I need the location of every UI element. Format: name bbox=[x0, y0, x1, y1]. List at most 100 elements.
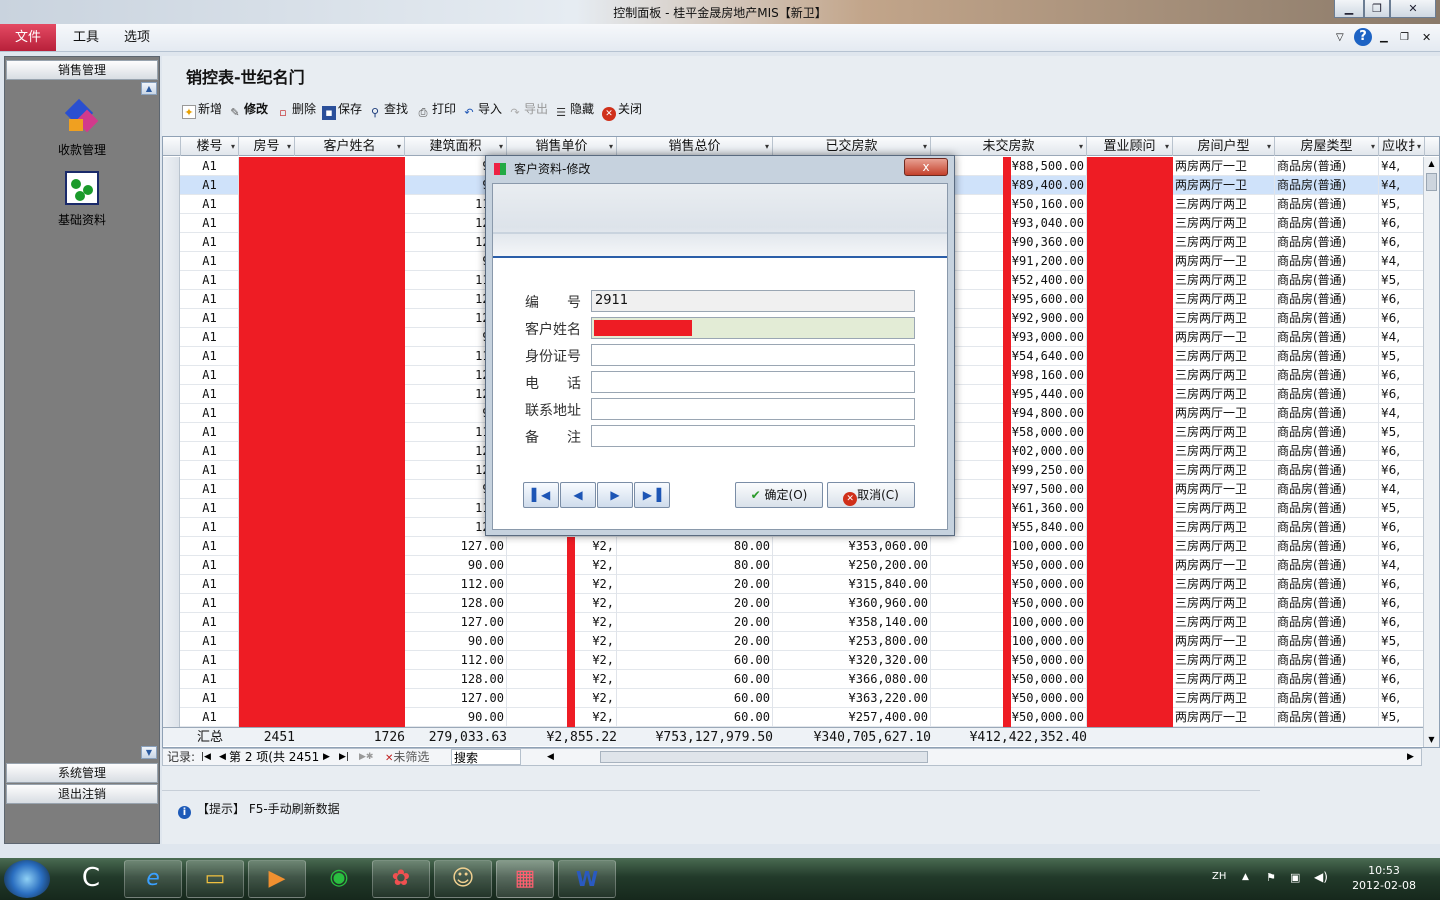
row-selector[interactable] bbox=[163, 461, 180, 480]
save-button[interactable]: ▪ 保存 bbox=[322, 100, 362, 120]
table-cell[interactable]: ¥6, bbox=[1379, 461, 1425, 480]
row-selector[interactable] bbox=[163, 480, 180, 499]
column-header-10[interactable]: 房屋类型 ▾ bbox=[1275, 137, 1379, 156]
table-cell[interactable]: 商品房(普通) bbox=[1275, 499, 1379, 518]
filter-status[interactable]: ✕未筛选 bbox=[385, 749, 429, 767]
column-header-7[interactable]: 未交房款 ▾ bbox=[931, 137, 1087, 156]
column-header-6[interactable]: 已交房款 ▾ bbox=[773, 137, 931, 156]
table-cell[interactable]: 60.00 bbox=[617, 689, 773, 708]
table-cell[interactable]: ¥2, bbox=[507, 575, 617, 594]
table-cell[interactable]: 商品房(普通) bbox=[1275, 632, 1379, 651]
c-app-icon[interactable]: C bbox=[62, 860, 120, 898]
table-cell[interactable]: A1 bbox=[181, 290, 239, 309]
next-record-icon[interactable]: ▶ bbox=[323, 749, 330, 765]
table-cell[interactable]: 20.00 bbox=[617, 613, 773, 632]
column-filter-icon[interactable]: ▾ bbox=[397, 137, 401, 156]
table-cell[interactable]: 商品房(普通) bbox=[1275, 480, 1379, 499]
table-cell[interactable]: 三房两厅两卫 bbox=[1173, 689, 1275, 708]
start-button[interactable] bbox=[4, 860, 50, 898]
address-field[interactable] bbox=[591, 398, 915, 420]
row-selector[interactable] bbox=[163, 271, 180, 290]
ribbon-restore-icon[interactable]: ❐ bbox=[1400, 24, 1409, 51]
table-cell[interactable]: 128.00 bbox=[405, 670, 507, 689]
table-cell[interactable]: ¥4, bbox=[1379, 176, 1425, 195]
table-cell[interactable]: ¥2, bbox=[507, 670, 617, 689]
column-filter-icon[interactable]: ▾ bbox=[287, 137, 291, 156]
language-indicator[interactable]: ZH bbox=[1212, 871, 1226, 882]
table-cell[interactable]: 商品房(普通) bbox=[1275, 423, 1379, 442]
table-cell[interactable]: 127.00 bbox=[405, 537, 507, 556]
table-cell[interactable]: ¥2, bbox=[507, 556, 617, 575]
maximize-button[interactable]: ❐ bbox=[1364, 0, 1390, 18]
table-cell[interactable]: ¥366,080.00 bbox=[773, 670, 931, 689]
table-cell[interactable]: ¥2, bbox=[507, 594, 617, 613]
browser-icon[interactable]: ◉ bbox=[310, 860, 368, 898]
hide-button[interactable]: ☰ 隐藏 bbox=[554, 100, 594, 119]
first-record-icon[interactable]: |◀ bbox=[201, 749, 211, 765]
table-cell[interactable]: 商品房(普通) bbox=[1275, 594, 1379, 613]
table-cell[interactable]: 商品房(普通) bbox=[1275, 556, 1379, 575]
column-header-8[interactable]: 置业顾问 ▾ bbox=[1087, 137, 1173, 156]
table-cell[interactable]: 商品房(普通) bbox=[1275, 537, 1379, 556]
row-selector[interactable] bbox=[163, 499, 180, 518]
table-cell[interactable]: A1 bbox=[181, 518, 239, 537]
nav-payments[interactable]: 收款管理 bbox=[6, 98, 158, 158]
grid-vertical-scrollbar[interactable]: ▲ ▼ bbox=[1423, 157, 1439, 747]
nav-system-header[interactable]: 系统管理 bbox=[6, 763, 158, 783]
column-filter-icon[interactable]: ▾ bbox=[1165, 137, 1169, 156]
close-button[interactable]: ✕ 关闭 bbox=[602, 100, 642, 121]
table-cell[interactable]: A1 bbox=[181, 176, 239, 195]
column-filter-icon[interactable]: ▾ bbox=[765, 137, 769, 156]
column-filter-icon[interactable]: ▾ bbox=[1079, 137, 1083, 156]
table-cell[interactable]: 112.00 bbox=[405, 575, 507, 594]
table-cell[interactable]: ¥6, bbox=[1379, 214, 1425, 233]
column-header-11[interactable]: 应收扌 ▾ bbox=[1379, 137, 1425, 156]
note-field[interactable] bbox=[591, 425, 915, 447]
row-selector[interactable] bbox=[163, 632, 180, 651]
last-button[interactable]: ▶▐ bbox=[634, 482, 670, 508]
table-cell[interactable]: 三房两厅两卫 bbox=[1173, 214, 1275, 233]
row-selector[interactable] bbox=[163, 176, 180, 195]
table-cell[interactable]: 商品房(普通) bbox=[1275, 689, 1379, 708]
table-cell[interactable]: 三房两厅两卫 bbox=[1173, 366, 1275, 385]
table-cell[interactable]: 127.00 bbox=[405, 613, 507, 632]
row-selector[interactable] bbox=[163, 347, 180, 366]
column-filter-icon[interactable]: ▾ bbox=[231, 137, 235, 156]
nav-basic-data[interactable]: 基础资料 bbox=[6, 171, 158, 228]
table-cell[interactable]: 商品房(普通) bbox=[1275, 404, 1379, 423]
clock[interactable]: 10:53 2012-02-08 bbox=[1352, 863, 1416, 893]
table-cell[interactable]: 商品房(普通) bbox=[1275, 176, 1379, 195]
folder-icon[interactable]: ▭ bbox=[186, 860, 244, 898]
row-selector[interactable] bbox=[163, 157, 180, 176]
table-cell[interactable]: A1 bbox=[181, 157, 239, 176]
row-selector[interactable] bbox=[163, 233, 180, 252]
export-button[interactable]: ↷ 导出 bbox=[508, 100, 548, 119]
table-cell[interactable]: 三房两厅两卫 bbox=[1173, 670, 1275, 689]
dialog-close-button[interactable]: x bbox=[904, 158, 948, 176]
table-cell[interactable]: 三房两厅两卫 bbox=[1173, 423, 1275, 442]
table-cell[interactable]: 商品房(普通) bbox=[1275, 442, 1379, 461]
id-field[interactable]: 2911 bbox=[591, 290, 915, 312]
column-header-0[interactable]: 楼号 ▾ bbox=[181, 137, 239, 156]
table-cell[interactable]: 两房两厅一卫 bbox=[1173, 157, 1275, 176]
users-icon[interactable]: ☺ bbox=[434, 860, 492, 898]
table-cell[interactable]: 商品房(普通) bbox=[1275, 366, 1379, 385]
table-cell[interactable]: 商品房(普通) bbox=[1275, 670, 1379, 689]
column-filter-icon[interactable]: ▾ bbox=[923, 137, 927, 156]
table-cell[interactable]: 三房两厅两卫 bbox=[1173, 594, 1275, 613]
table-cell[interactable]: 128.00 bbox=[405, 594, 507, 613]
table-cell[interactable]: A1 bbox=[181, 613, 239, 632]
next-button[interactable]: ▶ bbox=[597, 482, 633, 508]
table-cell[interactable]: 商品房(普通) bbox=[1275, 385, 1379, 404]
table-cell[interactable]: ¥6, bbox=[1379, 537, 1425, 556]
column-header-4[interactable]: 销售单价 ▾ bbox=[507, 137, 617, 156]
table-cell[interactable]: 三房两厅两卫 bbox=[1173, 347, 1275, 366]
table-cell[interactable]: 20.00 bbox=[617, 594, 773, 613]
table-cell[interactable]: ¥6, bbox=[1379, 594, 1425, 613]
table-cell[interactable]: 三房两厅两卫 bbox=[1173, 575, 1275, 594]
row-selector[interactable] bbox=[163, 328, 180, 347]
table-cell[interactable]: 商品房(普通) bbox=[1275, 290, 1379, 309]
action-center-icon[interactable]: ⚑ bbox=[1266, 871, 1276, 884]
table-cell[interactable]: 商品房(普通) bbox=[1275, 575, 1379, 594]
table-cell[interactable]: A1 bbox=[181, 594, 239, 613]
